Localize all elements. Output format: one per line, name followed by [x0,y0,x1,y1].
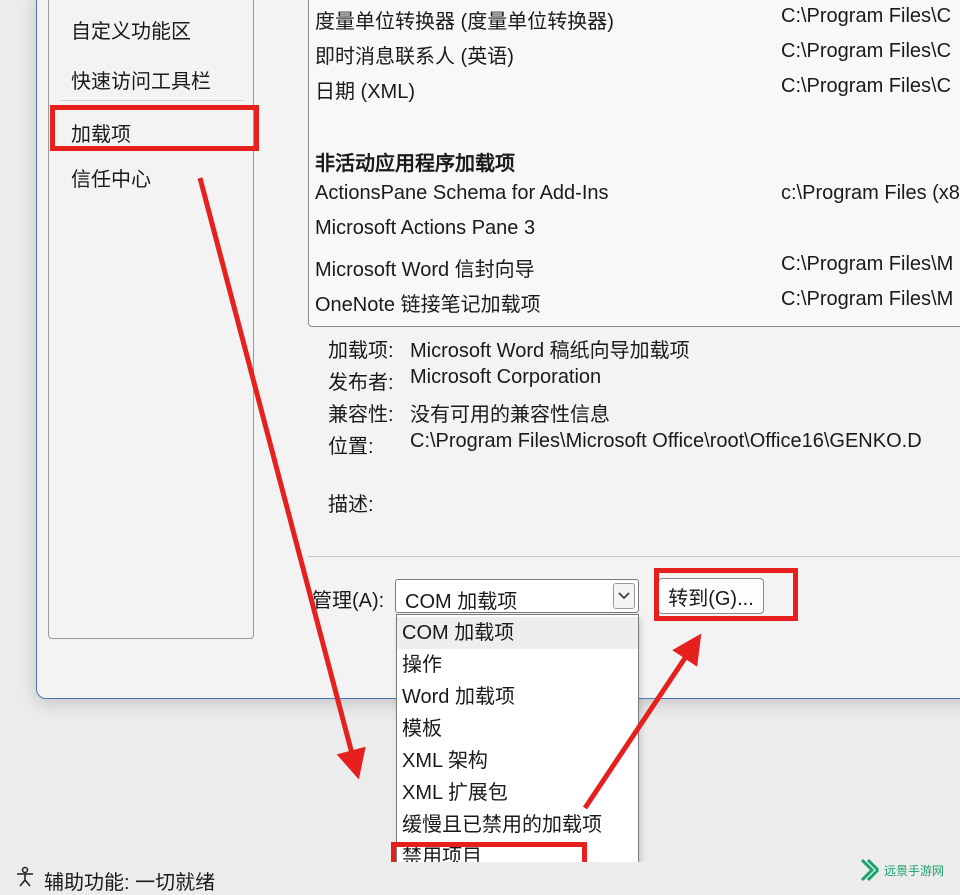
status-bar: 辅助功能: 一切就绪 [0,862,960,894]
arrow-to-dropdown [197,177,366,780]
accessibility-status-text: 辅助功能: 一切就绪 [44,872,216,894]
arrow-to-go-button [582,633,702,810]
svg-text:远景手游网: 远景手游网 [884,864,944,878]
annotation-arrows [197,177,702,810]
site-watermark-logo: 远景手游网 [858,852,958,888]
accessibility-icon[interactable] [14,866,36,893]
